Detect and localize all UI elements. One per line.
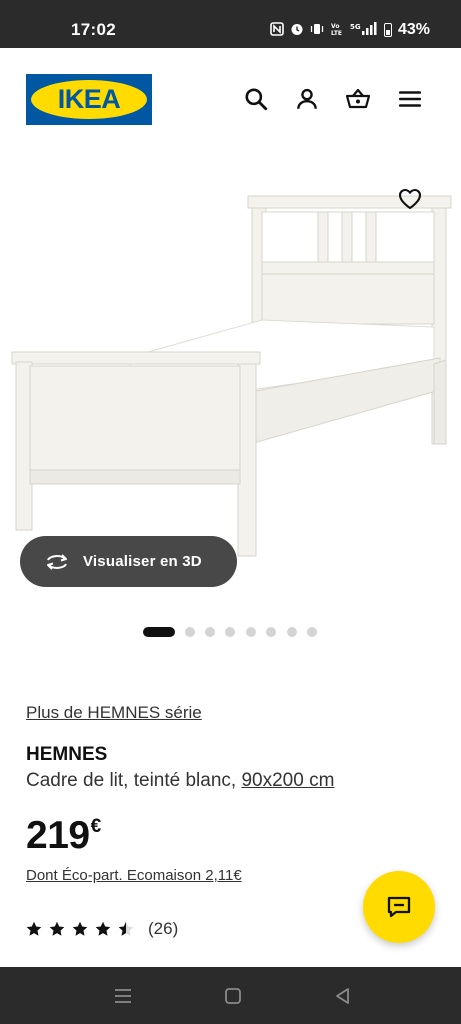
ikea-logo[interactable]: IKEA [26,74,152,125]
rating[interactable]: (26) [26,917,178,941]
carousel-dot[interactable] [287,627,297,637]
eco-participation-link[interactable]: Dont Éco-part. Ecomaison 2,11€ [26,867,242,884]
carousel-dot[interactable] [185,627,195,637]
rotate-3d-icon [44,549,70,575]
signal-5g-icon: 5G [350,22,378,38]
product-image[interactable]: Visualiser en 3D [0,152,461,672]
star-icon [95,921,111,936]
price-currency: € [90,816,102,837]
system-nav-bar [0,967,461,1024]
alarm-icon [290,22,304,38]
network-label: 5G [350,23,361,31]
app-header: IKEA [0,48,461,152]
size-link[interactable]: 90x200 cm [241,770,334,791]
review-count: (26) [148,919,179,938]
status-bar: 17:02 Vo LTE 5G 43% [0,0,461,48]
product-description: Cadre de lit, teinté blanc, 90x200 cm [26,770,334,792]
search-icon[interactable] [242,85,270,113]
star-half-icon [118,921,134,936]
chat-icon [387,896,411,918]
home-icon[interactable] [222,985,244,1007]
carousel-dot[interactable] [205,627,215,637]
nfc-icon [270,22,284,38]
carousel-indicator [0,626,461,638]
carousel-dot[interactable] [307,627,317,637]
account-icon[interactable] [293,85,321,113]
favorite-button[interactable] [393,182,427,216]
price-integer: 219 [26,814,90,857]
star-icon [49,921,65,936]
volte-icon: Vo LTE [330,22,344,38]
carousel-dot-active[interactable] [143,627,175,637]
svg-text:Vo: Vo [331,23,339,30]
product-description-text: Cadre de lit, teinté blanc, [26,770,242,791]
visualize-3d-button[interactable]: Visualiser en 3D [20,536,237,587]
carousel-dot[interactable] [266,627,276,637]
star-icon [72,921,88,936]
carousel-dot[interactable] [246,627,256,637]
vibrate-icon [310,22,324,38]
svg-text:LTE: LTE [331,30,342,36]
cart-icon[interactable] [344,85,372,113]
series-link[interactable]: Plus de HEMNES série [26,703,202,723]
status-icons: Vo LTE 5G 43% [270,21,430,39]
logo-text: IKEA [57,84,121,114]
carousel-dot[interactable] [225,627,235,637]
menu-icon[interactable] [396,85,424,113]
visualize-3d-label: Visualiser en 3D [83,553,202,570]
price: 219 € [26,814,101,858]
chat-button[interactable] [363,871,435,943]
product-name: HEMNES [26,744,108,765]
status-time: 17:02 [71,20,116,39]
battery-percent: 43% [397,21,430,38]
recents-icon[interactable] [112,985,134,1007]
back-icon[interactable] [332,985,354,1007]
heart-icon [398,188,422,210]
star-icon [26,921,42,936]
battery-icon [383,23,392,37]
